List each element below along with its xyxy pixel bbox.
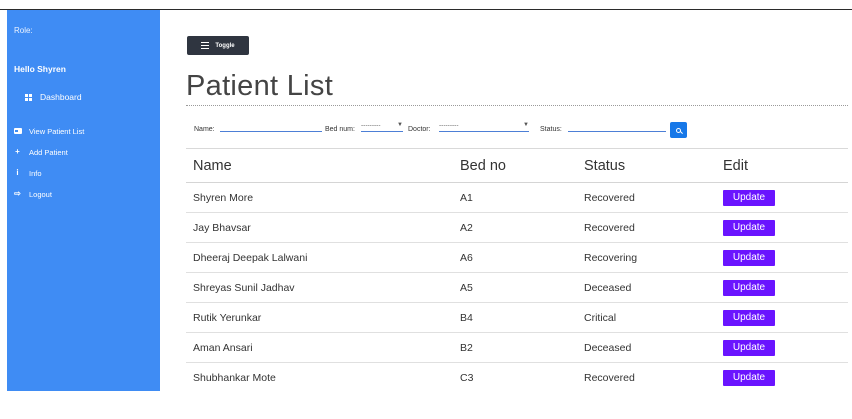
sidebar-item-label: Add Patient bbox=[29, 147, 68, 157]
header-edit: Edit bbox=[723, 158, 748, 174]
table-row: Shubhankar Mote C3 Recovered Update bbox=[186, 363, 848, 393]
bed-filter-label: Bed num: bbox=[325, 126, 355, 133]
bed-number: A6 bbox=[460, 251, 473, 264]
filter-form: Name: Bed num: --------- ▼ Doctor: -----… bbox=[186, 118, 848, 148]
id-card-icon bbox=[13, 128, 22, 135]
patient-name: Shreyas Sunil Jadhav bbox=[193, 281, 295, 294]
role-label: Role: bbox=[14, 26, 33, 35]
status-filter-label: Status: bbox=[540, 126, 562, 133]
sidebar-item-label: Dashboard bbox=[40, 92, 82, 102]
sidebar-item-add-patient[interactable]: + Add Patient bbox=[13, 147, 84, 158]
bed-number: C3 bbox=[460, 372, 474, 384]
info-icon: i bbox=[16, 168, 19, 178]
table-row: Jay Bhavsar A2 Recovered Update bbox=[186, 213, 848, 243]
name-filter-input[interactable] bbox=[220, 120, 322, 132]
status-filter-input[interactable] bbox=[568, 120, 666, 132]
sidebar-nav: View Patient List + Add Patient i Info ⇨… bbox=[13, 126, 84, 210]
doctor-filter-label: Doctor: bbox=[408, 126, 431, 133]
toggle-label: Toggle bbox=[215, 42, 235, 49]
patient-status: Recovering bbox=[584, 251, 638, 264]
update-button[interactable]: Update bbox=[723, 249, 775, 266]
table-row: Dheeraj Deepak Lalwani A6 Recovering Upd… bbox=[186, 243, 848, 273]
patient-name: Jay Bhavsar bbox=[193, 221, 251, 234]
patient-status: Deceased bbox=[584, 341, 632, 354]
bed-number: A5 bbox=[460, 281, 473, 294]
patient-status: Recovered bbox=[584, 221, 635, 234]
search-icon bbox=[676, 127, 681, 133]
chevron-down-icon: ▼ bbox=[397, 122, 403, 128]
search-button[interactable] bbox=[670, 122, 687, 138]
patient-name: Aman Ansari bbox=[193, 341, 253, 354]
sidebar-item-logout[interactable]: ⇨ Logout bbox=[13, 189, 84, 200]
bed-number: B4 bbox=[460, 311, 473, 324]
sign-out-icon: ⇨ bbox=[14, 189, 21, 199]
patient-name: Rutik Yerunkar bbox=[193, 311, 262, 324]
update-button[interactable]: Update bbox=[723, 219, 775, 236]
patient-name: Shubhankar Mote bbox=[193, 372, 276, 384]
table-header: Name Bed no Status Edit bbox=[186, 150, 848, 183]
sidebar-item-label: Info bbox=[29, 168, 42, 178]
header-bed-no: Bed no bbox=[460, 158, 506, 174]
bed-number: A1 bbox=[460, 191, 473, 204]
patient-table: Name Bed no Status Edit Shyren More A1 R… bbox=[186, 150, 848, 393]
bed-filter-value: --------- bbox=[361, 121, 381, 129]
sidebar-item-view-patient-list[interactable]: View Patient List bbox=[13, 126, 84, 137]
table-row: Shreyas Sunil Jadhav A5 Deceased Update bbox=[186, 273, 848, 303]
plus-icon: + bbox=[15, 147, 20, 157]
doctor-filter-value: --------- bbox=[439, 121, 459, 129]
doctor-filter-select[interactable]: --------- ▼ bbox=[439, 120, 529, 132]
table-row: Rutik Yerunkar B4 Critical Update bbox=[186, 303, 848, 333]
sidebar: Role: Hello Shyren Dashboard View Patien… bbox=[7, 10, 160, 391]
update-button[interactable]: Update bbox=[723, 279, 775, 296]
sidebar-item-dashboard[interactable]: Dashboard bbox=[25, 92, 82, 102]
patient-name: Shyren More bbox=[193, 191, 254, 204]
dashboard-icon bbox=[25, 93, 32, 101]
patient-status: Recovered bbox=[584, 372, 635, 384]
filter-divider bbox=[186, 148, 848, 149]
bed-number: B2 bbox=[460, 341, 473, 354]
update-button[interactable]: Update bbox=[723, 339, 775, 356]
title-divider bbox=[186, 105, 848, 106]
page-title: Patient List bbox=[186, 70, 334, 102]
bed-filter-select[interactable]: --------- ▼ bbox=[361, 120, 403, 132]
patient-name: Dheeraj Deepak Lalwani bbox=[193, 251, 308, 264]
sidebar-item-label: View Patient List bbox=[29, 126, 85, 136]
bars-icon bbox=[201, 42, 210, 49]
patient-status: Critical bbox=[584, 311, 617, 324]
update-button[interactable]: Update bbox=[723, 370, 775, 386]
greeting: Hello Shyren bbox=[14, 64, 66, 74]
table-row: Aman Ansari B2 Deceased Update bbox=[186, 333, 848, 363]
update-button[interactable]: Update bbox=[723, 309, 775, 326]
update-button[interactable]: Update bbox=[723, 189, 775, 206]
sidebar-item-info[interactable]: i Info bbox=[13, 168, 84, 179]
patient-status: Deceased bbox=[584, 281, 632, 294]
toggle-button[interactable]: Toggle bbox=[187, 36, 249, 55]
header-name: Name bbox=[193, 158, 232, 174]
name-filter-label: Name: bbox=[194, 126, 215, 133]
header-status: Status bbox=[584, 158, 626, 174]
chevron-down-icon: ▼ bbox=[523, 122, 529, 128]
bed-number: A2 bbox=[460, 221, 473, 234]
sidebar-item-label: Logout bbox=[29, 189, 52, 199]
patient-status: Recovered bbox=[584, 191, 635, 204]
table-row: Shyren More A1 Recovered Update bbox=[186, 183, 848, 213]
